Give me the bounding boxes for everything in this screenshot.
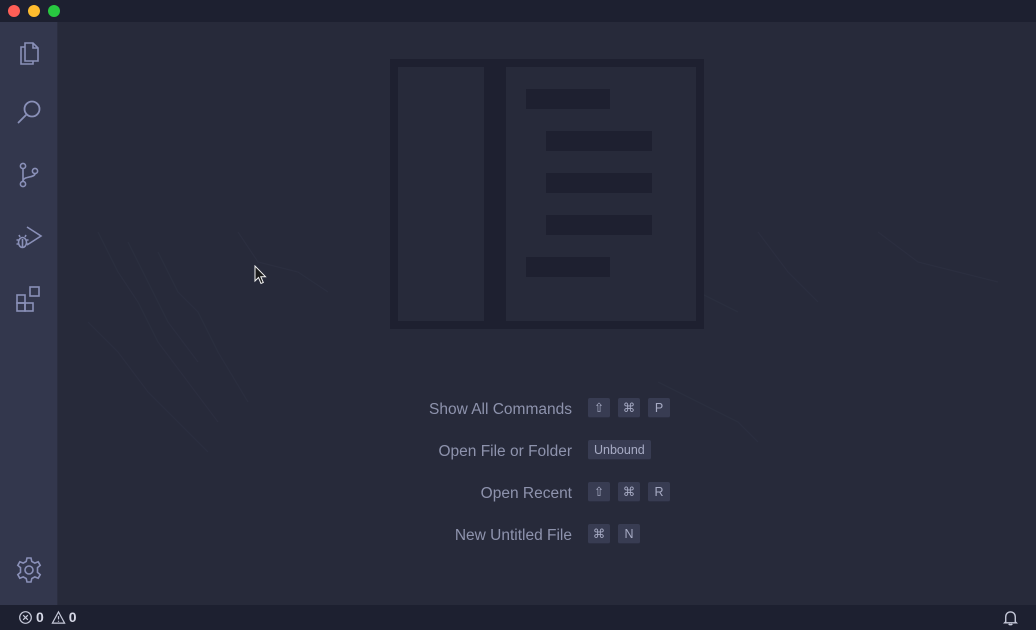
key-shift: ⇧ (588, 398, 610, 418)
problems-status[interactable]: 0 0 (18, 609, 81, 625)
editor-layout-icon (390, 59, 704, 329)
key-cmd: ⌘ (618, 398, 640, 418)
editor-area[interactable]: Show All Commands ⇧ ⌘ P Open File or Fol… (58, 22, 1036, 605)
shortcut-show-all-commands[interactable]: Show All Commands ⇧ ⌘ P (58, 398, 1036, 422)
search-icon (17, 100, 40, 124)
keybinding: ⇧ ⌘ R (588, 482, 670, 502)
extensions-icon (15, 286, 40, 312)
key-r: R (648, 482, 670, 502)
key-shift: ⇧ (588, 482, 610, 502)
error-icon (19, 610, 32, 624)
shortcut-label: Show All Commands (428, 401, 572, 418)
activity-source-control[interactable] (0, 147, 57, 203)
shortcut-label: New Untitled File (454, 527, 572, 544)
gear-icon (16, 557, 41, 583)
activity-bar (0, 22, 58, 605)
activity-extensions[interactable] (0, 271, 57, 327)
close-window-button[interactable] (8, 5, 20, 17)
mouse-pointer-icon (254, 265, 267, 285)
activity-search[interactable] (0, 84, 57, 140)
title-bar (0, 0, 1036, 22)
key-n: N (618, 524, 640, 544)
activity-manage[interactable] (0, 542, 57, 598)
shortcut-label: Open File or Folder (438, 443, 572, 460)
keybinding: ⌘ N (588, 524, 640, 544)
activity-explorer[interactable] (0, 24, 57, 80)
key-cmd: ⌘ (618, 482, 640, 502)
activity-run-debug[interactable] (0, 209, 57, 265)
key-p: P (648, 398, 670, 418)
shortcut-open-file-or-folder[interactable]: Open File or Folder Unbound (58, 440, 1036, 464)
shortcut-open-recent[interactable]: Open Recent ⇧ ⌘ R (58, 482, 1036, 506)
status-bar: 0 0 (0, 605, 1036, 630)
run-debug-icon (16, 226, 42, 249)
minimize-window-button[interactable] (28, 5, 40, 17)
source-control-icon (19, 162, 38, 188)
key-unbound: Unbound (588, 440, 651, 460)
maximize-window-button[interactable] (48, 5, 60, 17)
keybinding: Unbound (588, 440, 651, 460)
keybinding: ⇧ ⌘ P (588, 398, 670, 418)
warning-icon (51, 610, 66, 624)
shortcut-new-untitled-file[interactable]: New Untitled File ⌘ N (58, 524, 1036, 548)
bell-icon[interactable] (1002, 609, 1019, 626)
vscode-window: Show All Commands ⇧ ⌘ P Open File or Fol… (0, 0, 1036, 630)
files-icon (19, 42, 39, 65)
shortcut-label: Open Recent (480, 485, 572, 502)
error-count: 0 (36, 609, 44, 625)
warning-count: 0 (68, 609, 77, 625)
key-cmd: ⌘ (588, 524, 610, 544)
